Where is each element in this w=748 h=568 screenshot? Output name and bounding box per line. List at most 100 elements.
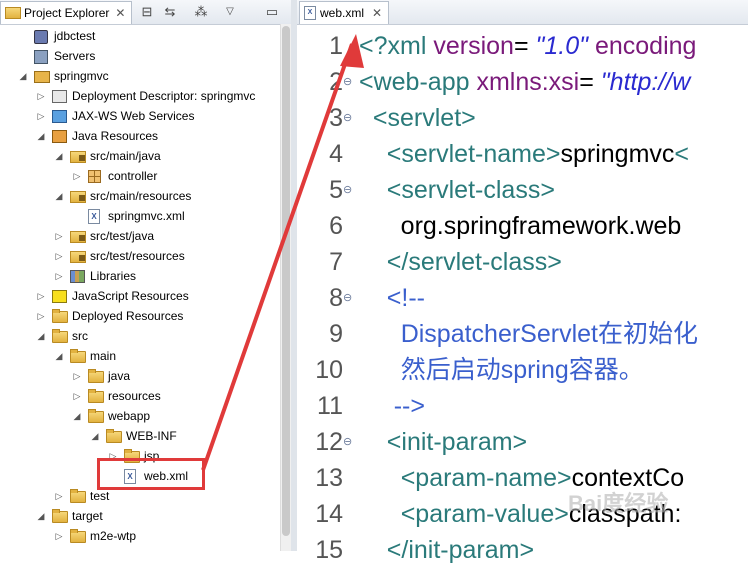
tree-item[interactable]: ▷ JavaScript Resources xyxy=(0,286,280,306)
code-line[interactable]: 9 DispatcherServlet在初始化 xyxy=(297,316,748,352)
code-line[interactable]: 10 然后启动spring容器。 xyxy=(297,352,748,388)
tree-item[interactable]: ◢ WEB-INF xyxy=(0,426,280,446)
collapse-arrow-icon[interactable]: ◢ xyxy=(90,426,100,446)
expand-arrow-icon[interactable]: ▷ xyxy=(54,526,64,546)
collapse-arrow-icon[interactable]: ◢ xyxy=(54,346,64,366)
code-line[interactable]: 4 <servlet-name>springmvc< xyxy=(297,136,748,172)
line-number: 7 xyxy=(329,248,343,276)
code-token: encoding xyxy=(594,32,697,60)
code-line[interactable]: 1 <?xml version= "1.0" encoding xyxy=(297,28,748,64)
tree-item[interactable]: ▷ src/test/resources xyxy=(0,246,280,266)
code-text: <servlet-class> xyxy=(359,172,555,208)
code-token: = xyxy=(579,68,601,96)
code-token: <init-param> xyxy=(386,428,528,456)
collapse-arrow-icon[interactable] xyxy=(18,26,28,46)
collapse-arrow-icon[interactable]: ◢ xyxy=(18,66,28,86)
collapse-arrow-icon[interactable]: ◢ xyxy=(54,186,64,206)
link-with-editor-icon[interactable]: ⇆ xyxy=(162,4,178,20)
collapse-arrow-icon[interactable]: ◢ xyxy=(36,506,46,526)
tree-item[interactable]: ▷ controller xyxy=(0,166,280,186)
fold-toggle-icon[interactable]: ⊖ xyxy=(343,280,352,316)
maximize-icon[interactable]: ▭ xyxy=(264,4,280,20)
code-token: < xyxy=(674,140,690,168)
code-text: 然后启动spring容器。 xyxy=(359,352,644,388)
code-line[interactable]: 5 ⊖ <servlet-class> xyxy=(297,172,748,208)
expand-arrow-icon[interactable]: ▷ xyxy=(72,166,82,186)
collapse-arrow-icon[interactable] xyxy=(18,46,28,66)
expand-arrow-icon[interactable]: ▷ xyxy=(72,386,82,406)
tree-item[interactable]: ◢ webapp xyxy=(0,406,280,426)
collapse-all-icon[interactable]: ⊟ xyxy=(139,4,155,20)
collapse-arrow-icon[interactable]: ◢ xyxy=(72,406,82,426)
code-line[interactable]: 12 ⊖ <init-param> xyxy=(297,424,748,460)
expand-arrow-icon[interactable]: ▷ xyxy=(36,106,46,126)
expand-arrow-icon[interactable]: ▷ xyxy=(36,86,46,106)
tree-item[interactable]: ◢ src/main/java xyxy=(0,146,280,166)
tree-item[interactable]: Xspringmvc.xml xyxy=(0,206,280,226)
line-number: 12 xyxy=(315,428,343,456)
tree-item[interactable]: ◢ Java Resources xyxy=(0,126,280,146)
source-folder-icon xyxy=(70,191,86,203)
expand-arrow-icon[interactable]: ▷ xyxy=(54,266,64,286)
fold-toggle-icon[interactable]: ⊖ xyxy=(343,172,352,208)
collapse-arrow-icon[interactable] xyxy=(108,466,118,486)
collapse-arrow-icon[interactable]: ◢ xyxy=(54,146,64,166)
tree-item[interactable]: ◢ src xyxy=(0,326,280,346)
code-line[interactable]: 2 ⊖ <web-app xmlns:xsi= "http://w xyxy=(297,64,748,100)
code-line[interactable]: 15 </init-param> xyxy=(297,532,748,568)
tree-item-label: Servers xyxy=(54,49,96,63)
expand-arrow-icon[interactable]: ▷ xyxy=(36,286,46,306)
code-text: <init-param> xyxy=(359,424,527,460)
code-line[interactable]: 13 <param-name>contextCo xyxy=(297,460,748,496)
expand-arrow-icon[interactable]: ▷ xyxy=(54,486,64,506)
close-icon[interactable]: ✕ xyxy=(372,6,382,20)
tree-item[interactable]: ▷ Deployment Descriptor: springmvc xyxy=(0,86,280,106)
editor-tab-web-xml[interactable]: X web.xml ✕ xyxy=(299,1,390,24)
tree-item[interactable]: ▷ Libraries xyxy=(0,266,280,286)
code-line[interactable]: 11 --> xyxy=(297,388,748,424)
collapse-arrow-icon[interactable] xyxy=(72,206,82,226)
tree-item[interactable]: ▷ Deployed Resources xyxy=(0,306,280,326)
tree-item[interactable]: ▷ resources xyxy=(0,386,280,406)
tree-item[interactable]: ▷ JAX-WS Web Services xyxy=(0,106,280,126)
fold-toggle-icon[interactable]: ⊖ xyxy=(343,100,352,136)
code-line[interactable]: 6 org.springframework.web xyxy=(297,208,748,244)
tree-item[interactable]: Servers xyxy=(0,46,280,66)
code-token: = xyxy=(513,32,536,60)
collapse-arrow-icon[interactable]: ◢ xyxy=(36,126,46,146)
filter-icon[interactable]: ⁂ xyxy=(193,4,209,20)
line-number: 8 xyxy=(329,284,343,312)
db-project-icon xyxy=(34,30,48,44)
tree-item[interactable]: ◢ main xyxy=(0,346,280,366)
tree-item[interactable]: jdbctest xyxy=(0,26,280,46)
folder-icon xyxy=(106,429,122,443)
code-token: org.springframework.web xyxy=(359,212,682,240)
tree-item[interactable]: ▷ java xyxy=(0,366,280,386)
tree-item[interactable]: Xweb.xml xyxy=(0,466,280,486)
collapse-arrow-icon[interactable]: ◢ xyxy=(36,326,46,346)
tree-item[interactable]: ◢ target xyxy=(0,506,280,526)
expand-arrow-icon[interactable]: ▷ xyxy=(54,246,64,266)
project-explorer-tab[interactable]: Project Explorer ✕ xyxy=(0,1,133,24)
view-menu-icon[interactable]: ▽ xyxy=(222,4,238,20)
tree-item[interactable]: ◢ springmvc xyxy=(0,66,280,86)
scrollbar-thumb[interactable] xyxy=(282,26,290,536)
fold-toggle-icon[interactable]: ⊖ xyxy=(343,424,352,460)
tree-item[interactable]: ◢ src/main/resources xyxy=(0,186,280,206)
tree-item[interactable]: ▷ src/test/java xyxy=(0,226,280,246)
tree-item[interactable]: ▷ m2e-wtp xyxy=(0,526,280,546)
close-icon[interactable]: ✕ xyxy=(115,6,125,20)
expand-arrow-icon[interactable]: ▷ xyxy=(36,306,46,326)
code-token: <param-value> xyxy=(400,500,569,528)
line-number: 13 xyxy=(315,464,343,492)
code-line[interactable]: 8 ⊖ <!-- xyxy=(297,280,748,316)
code-line[interactable]: 7 </servlet-class> xyxy=(297,244,748,280)
expand-arrow-icon[interactable]: ▷ xyxy=(72,366,82,386)
line-number: 10 xyxy=(315,356,343,384)
fold-toggle-icon[interactable]: ⊖ xyxy=(343,64,352,100)
code-line[interactable]: 3 ⊖ <servlet> xyxy=(297,100,748,136)
expand-arrow-icon[interactable]: ▷ xyxy=(54,226,64,246)
code-line[interactable]: 14 <param-value>classpath: xyxy=(297,496,748,532)
